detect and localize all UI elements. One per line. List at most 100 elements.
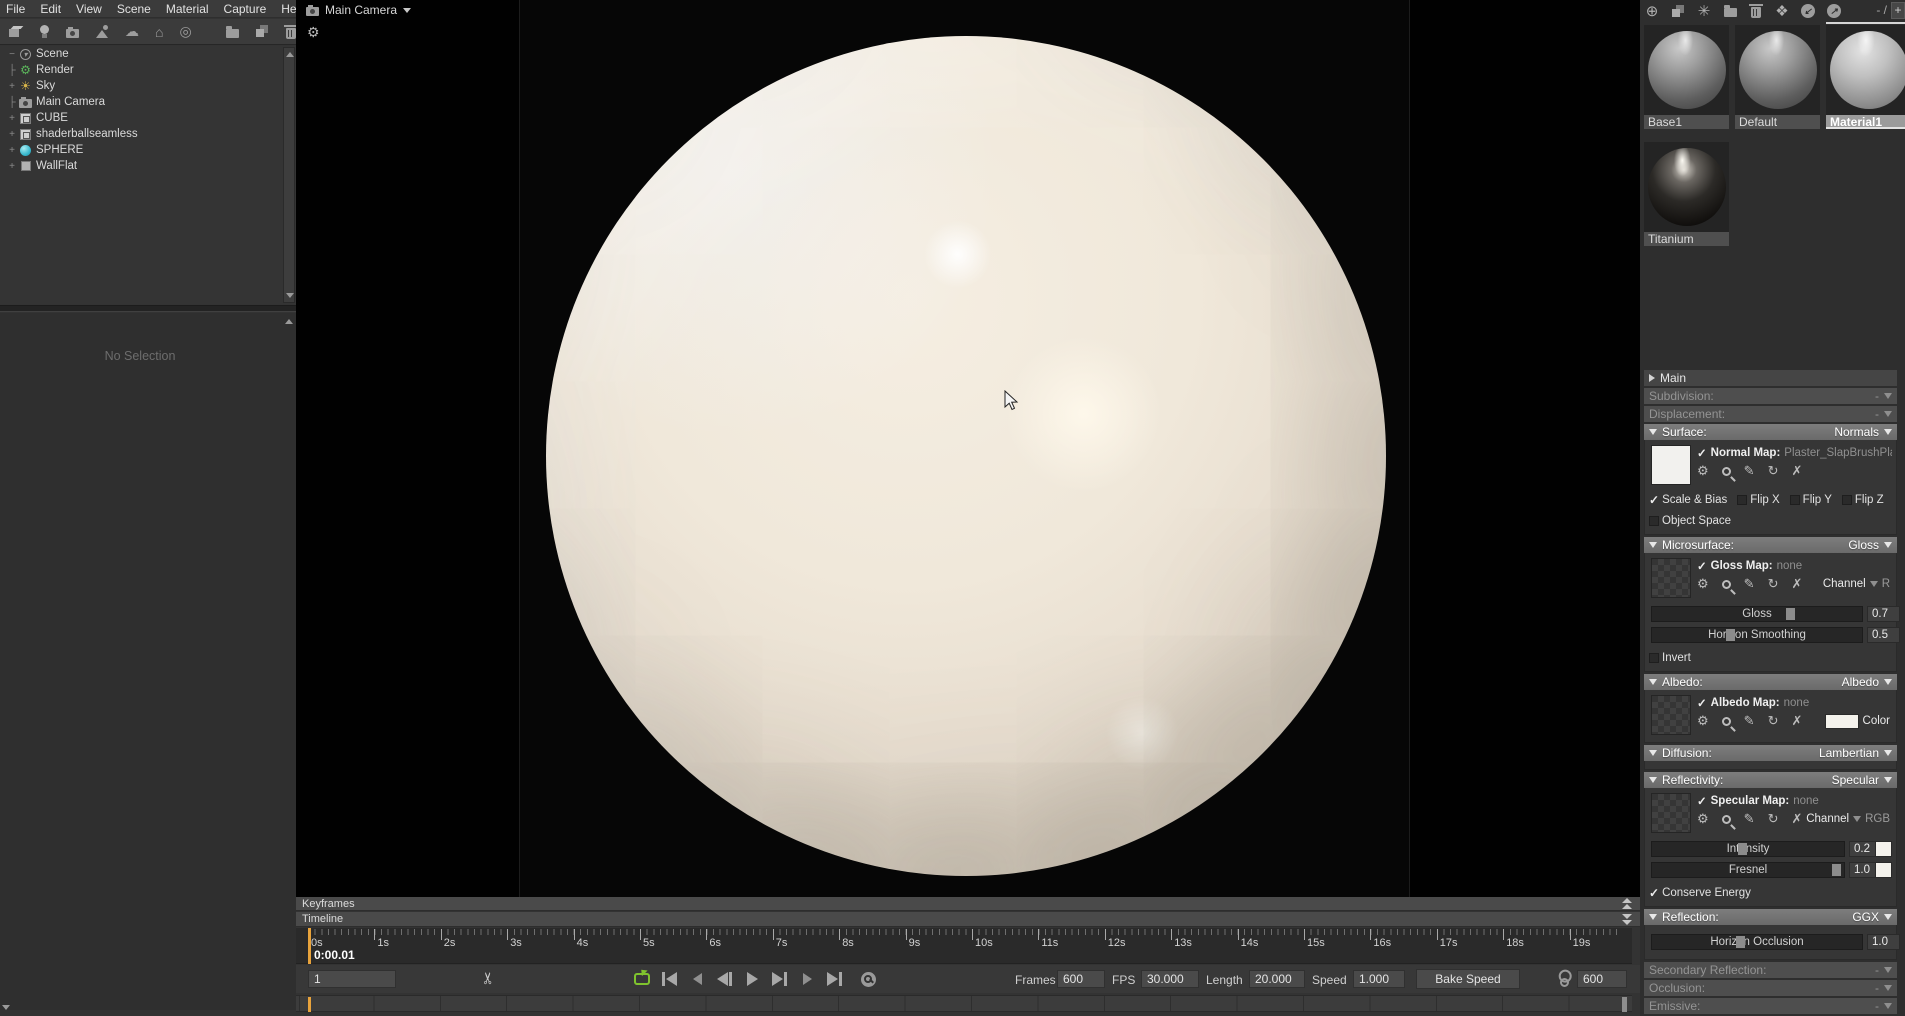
new-sky-icon[interactable]: ☁ — [125, 23, 139, 40]
intensity-color-swatch[interactable] — [1875, 841, 1892, 857]
duplicate-icon[interactable] — [255, 24, 270, 40]
scene-tree-scrollbar[interactable] — [283, 47, 295, 303]
section-secondary-reflection-[interactable]: Secondary Reflection: - — [1644, 962, 1897, 978]
new-camera-icon[interactable] — [66, 24, 79, 40]
tree-row-shaderballseamless[interactable]: + shaderballseamless — [0, 126, 397, 142]
menu-file[interactable]: File — [6, 2, 25, 16]
material-card-base1[interactable]: Base1 — [1644, 25, 1729, 129]
play-forward-button[interactable] — [795, 970, 819, 988]
material-settings-icon[interactable]: ✳ — [1696, 3, 1712, 20]
horizon-occlusion-value[interactable]: 1.0 — [1867, 934, 1900, 950]
panel-divider[interactable] — [0, 305, 296, 312]
material-card-default[interactable]: Default — [1735, 25, 1820, 129]
material-card-material1[interactable]: Material1 — [1826, 22, 1905, 129]
duplicate-material-icon[interactable] — [1670, 3, 1686, 19]
channel-selector[interactable]: Channel RGB — [1806, 813, 1890, 825]
refresh-thumbnails-icon[interactable]: ❖ — [1774, 3, 1790, 20]
color-swatch[interactable] — [1824, 713, 1859, 729]
new-object-icon[interactable] — [8, 24, 22, 40]
scroll-down-icon[interactable] — [286, 293, 294, 298]
checkbox-scale-bias[interactable]: ✓ Scale & Bias — [1649, 493, 1727, 507]
map-reload-icon[interactable]: ↻ — [1768, 463, 1779, 479]
slider-handle[interactable] — [1738, 843, 1748, 855]
normal-map-thumbnail[interactable] — [1651, 445, 1691, 485]
section-microsurface[interactable]: Microsurface: Gloss — [1644, 537, 1897, 553]
intensity-slider[interactable]: Intensity 0.2 — [1649, 841, 1892, 857]
section-main[interactable]: Main — [1644, 370, 1897, 386]
viewport-3d[interactable]: Main Camera ⚙ — [296, 0, 1640, 897]
material-card-titanium[interactable]: Titanium — [1644, 142, 1729, 246]
step-back-button[interactable] — [713, 970, 737, 988]
delete-icon[interactable] — [283, 24, 298, 40]
viewport-settings-gear-icon[interactable]: ⚙ — [307, 24, 320, 41]
section-mode[interactable]: Gloss — [1848, 538, 1879, 552]
channel-selector[interactable]: Channel R — [1823, 578, 1890, 590]
tree-row-sky[interactable]: + ☀ Sky — [0, 78, 344, 94]
slider-handle[interactable] — [1736, 936, 1745, 948]
delete-material-icon[interactable] — [1748, 3, 1764, 19]
albedo-color-picker[interactable]: Color — [1824, 713, 1890, 729]
material-thumbnail[interactable] — [1826, 25, 1905, 115]
expand-up-icon[interactable] — [1622, 898, 1632, 909]
invert-checkbox[interactable]: Invert — [1649, 652, 1691, 664]
skip-to-start-button[interactable] — [658, 970, 682, 988]
new-light-icon[interactable] — [38, 24, 50, 40]
section-albedo[interactable]: Albedo: Albedo — [1644, 674, 1897, 690]
map-search-icon[interactable] — [1721, 466, 1731, 476]
material-thumbnail[interactable] — [1644, 25, 1729, 115]
step-forward-button[interactable] — [768, 970, 792, 988]
track-scroll-handle[interactable] — [1622, 997, 1627, 1012]
checkbox-flip-z[interactable]: Flip Z — [1841, 494, 1884, 506]
map-search-icon[interactable] — [1721, 814, 1731, 824]
scissors-icon[interactable]: ✂ — [479, 971, 499, 984]
play-reverse-button[interactable] — [685, 970, 709, 988]
import-material-icon[interactable]: ↙ — [1800, 3, 1816, 19]
scroll-up-icon[interactable] — [286, 52, 294, 57]
export-material-icon[interactable]: ↗ — [1826, 3, 1842, 19]
map-edit-pencil-icon[interactable]: ✎ — [1744, 463, 1755, 479]
horizon-smoothing-value[interactable]: 0.5 — [1867, 627, 1900, 643]
tree-row-sphere[interactable]: + SPHERE — [0, 142, 372, 158]
map-edit-pencil-icon[interactable]: ✎ — [1744, 576, 1755, 592]
map-clear-icon[interactable]: ✗ — [1791, 713, 1802, 729]
gloss-slider[interactable]: Gloss 0.7 — [1649, 606, 1900, 622]
menu-view[interactable]: View — [76, 2, 102, 16]
map-reload-icon[interactable]: ↻ — [1768, 811, 1779, 827]
tree-expand-toggle[interactable]: + — [6, 81, 18, 92]
map-settings-gear-icon[interactable]: ⚙ — [1697, 576, 1709, 592]
skip-to-end-button[interactable] — [823, 970, 847, 988]
speed-input[interactable] — [1353, 970, 1405, 988]
section-reflection[interactable]: Reflection: GGX — [1644, 909, 1897, 925]
map-edit-pencil-icon[interactable]: ✎ — [1744, 811, 1755, 827]
material-thumbnail[interactable] — [1735, 25, 1820, 115]
keyframes-header[interactable]: Keyframes — [296, 897, 1640, 911]
gloss-value[interactable]: 0.7 — [1867, 606, 1900, 622]
checkbox-flip-y[interactable]: Flip Y — [1789, 494, 1832, 506]
open-folder-icon[interactable] — [225, 24, 239, 40]
current-frame-input[interactable] — [308, 970, 396, 988]
new-material-icon[interactable]: ⊕ — [1644, 3, 1660, 20]
play-button[interactable] — [740, 970, 764, 988]
map-search-icon[interactable] — [1721, 579, 1731, 589]
section-mode[interactable]: Normals — [1834, 425, 1879, 439]
object-space-checkbox[interactable]: Object Space — [1649, 515, 1731, 527]
loop-link-button[interactable] — [1552, 973, 1576, 991]
bake-speed-button[interactable]: Bake Speed — [1416, 969, 1520, 989]
playhead[interactable] — [308, 928, 311, 964]
tree-row-wallflat[interactable]: + WallFlat — [0, 158, 337, 174]
loop-button[interactable] — [630, 970, 654, 988]
map-edit-pencil-icon[interactable]: ✎ — [1744, 713, 1755, 729]
map-search-icon[interactable] — [1721, 716, 1731, 726]
specular-map-label[interactable]: Specular Map: — [1711, 795, 1790, 807]
section-mode[interactable]: Lambertian — [1819, 746, 1879, 760]
tree-row-render[interactable]: ├ ⚙ Render — [0, 62, 362, 78]
scroll-down-icon[interactable] — [2, 1005, 10, 1010]
keyframe-track[interactable] — [296, 995, 1632, 1012]
material-thumbnail[interactable] — [1644, 142, 1729, 232]
tree-expand-toggle[interactable]: + — [6, 129, 18, 140]
section-surface[interactable]: Surface: Normals — [1644, 424, 1897, 440]
gloss-map-label[interactable]: Gloss Map: — [1711, 560, 1773, 572]
viewport-camera-selector[interactable]: Main Camera — [306, 3, 412, 17]
section-occlusion-[interactable]: Occlusion: - — [1644, 980, 1897, 996]
section-mode[interactable]: Specular — [1832, 773, 1879, 787]
